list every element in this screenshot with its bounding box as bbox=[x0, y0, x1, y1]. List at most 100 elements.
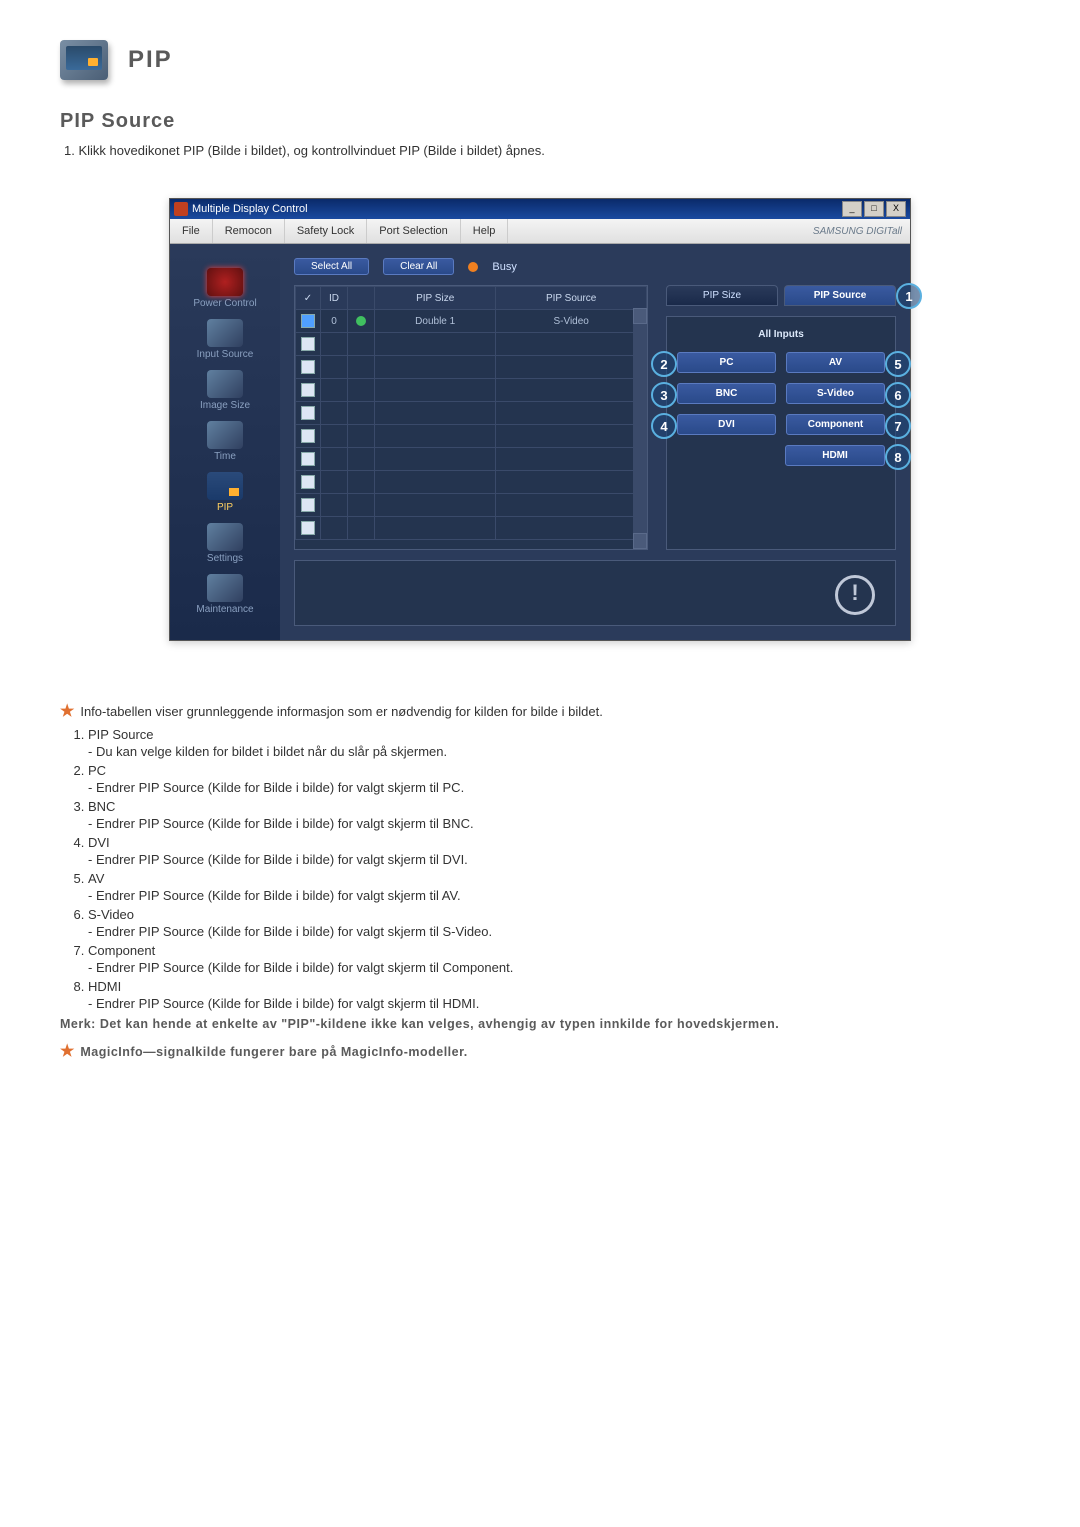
component-button[interactable]: Component bbox=[786, 414, 885, 435]
menu-help[interactable]: Help bbox=[461, 219, 509, 243]
row-checkbox[interactable] bbox=[301, 360, 315, 374]
row-id bbox=[321, 471, 348, 494]
hdmi-button[interactable]: HDMI bbox=[785, 445, 885, 466]
dvi-button[interactable]: DVI bbox=[677, 414, 776, 435]
row-checkbox[interactable] bbox=[301, 314, 315, 328]
app-window: Multiple Display Control _ □ X File Remo… bbox=[169, 198, 911, 641]
item-desc: - Endrer PIP Source (Kilde for Bilde i b… bbox=[88, 780, 1020, 795]
clear-all-button[interactable]: Clear All bbox=[383, 258, 454, 275]
callout-1: 1 bbox=[896, 283, 922, 309]
row-checkbox[interactable] bbox=[301, 429, 315, 443]
scroll-down-icon[interactable] bbox=[633, 533, 647, 549]
list-item: S-Video - Endrer PIP Source (Kilde for Bi… bbox=[88, 907, 1020, 939]
sidebar-item-label: Maintenance bbox=[196, 604, 253, 615]
callout-2: 2 bbox=[651, 351, 677, 377]
grid-header-id: ID bbox=[321, 287, 348, 310]
sidebar-item-time[interactable]: Time bbox=[180, 417, 270, 462]
sidebar-item-settings[interactable]: Settings bbox=[180, 519, 270, 564]
time-icon bbox=[207, 421, 243, 449]
page-title: PIP bbox=[128, 46, 173, 74]
callout-6: 6 bbox=[885, 382, 911, 408]
row-id bbox=[321, 494, 348, 517]
menu-file[interactable]: File bbox=[170, 219, 213, 243]
select-all-button[interactable]: Select All bbox=[294, 258, 369, 275]
av-button[interactable]: AV bbox=[786, 352, 885, 373]
scroll-up-icon[interactable] bbox=[633, 308, 647, 324]
row-checkbox[interactable] bbox=[301, 498, 315, 512]
row-pip-size bbox=[375, 448, 496, 471]
grid-header-status bbox=[348, 287, 375, 310]
row-pip-size: Double 1 bbox=[375, 310, 496, 333]
item-desc: - Endrer PIP Source (Kilde for Bilde i b… bbox=[88, 960, 1020, 975]
sidebar-item-pip[interactable]: PIP bbox=[180, 468, 270, 513]
table-row[interactable]: 0Double 1S-Video bbox=[296, 310, 647, 333]
table-row[interactable] bbox=[296, 425, 647, 448]
callout-7: 7 bbox=[885, 413, 911, 439]
item-title: PIP Source bbox=[88, 727, 154, 742]
menu-port-selection[interactable]: Port Selection bbox=[367, 219, 460, 243]
callout-5: 5 bbox=[885, 351, 911, 377]
row-checkbox[interactable] bbox=[301, 475, 315, 489]
row-pip-size bbox=[375, 425, 496, 448]
alert-icon: ! bbox=[835, 575, 875, 615]
list-item: PC - Endrer PIP Source (Kilde for Bilde i… bbox=[88, 763, 1020, 795]
table-row[interactable] bbox=[296, 471, 647, 494]
image-size-icon bbox=[207, 370, 243, 398]
pc-button[interactable]: PC bbox=[677, 352, 776, 373]
item-desc: - Endrer PIP Source (Kilde for Bilde i b… bbox=[88, 924, 1020, 939]
row-checkbox[interactable] bbox=[301, 452, 315, 466]
row-pip-source: S-Video bbox=[496, 310, 647, 333]
row-pip-size bbox=[375, 333, 496, 356]
item-title: S-Video bbox=[88, 907, 134, 922]
table-row[interactable] bbox=[296, 494, 647, 517]
row-checkbox[interactable] bbox=[301, 521, 315, 535]
sidebar-item-image-size[interactable]: Image Size bbox=[180, 366, 270, 411]
window-minimize-button[interactable]: _ bbox=[842, 201, 862, 217]
app-icon bbox=[174, 202, 188, 216]
list-item: AV- Endrer PIP Source (Kilde for Bilde i… bbox=[88, 871, 1020, 903]
sidebar-item-label: Image Size bbox=[200, 400, 250, 411]
tab-pip-source[interactable]: PIP Source bbox=[784, 285, 896, 306]
sidebar-item-maintenance[interactable]: Maintenance bbox=[180, 570, 270, 615]
table-row[interactable] bbox=[296, 517, 647, 540]
row-id bbox=[321, 402, 348, 425]
row-pip-size bbox=[375, 379, 496, 402]
bnc-button[interactable]: BNC bbox=[677, 383, 776, 404]
table-row[interactable] bbox=[296, 379, 647, 402]
sidebar-item-input-source[interactable]: Input Source bbox=[180, 315, 270, 360]
pip-sidebar-icon bbox=[207, 472, 243, 500]
table-row[interactable] bbox=[296, 402, 647, 425]
row-id bbox=[321, 425, 348, 448]
window-maximize-button[interactable]: □ bbox=[864, 201, 884, 217]
grid-scrollbar[interactable] bbox=[633, 308, 647, 549]
row-pip-source bbox=[496, 425, 647, 448]
sidebar-item-label: PIP bbox=[217, 502, 233, 513]
busy-label: Busy bbox=[492, 261, 516, 273]
all-inputs-panel: All Inputs PC AV 2 5 BNC S-Video 3 6 bbox=[666, 316, 896, 550]
tab-pip-size[interactable]: PIP Size bbox=[666, 285, 778, 306]
menu-remocon[interactable]: Remocon bbox=[213, 219, 285, 243]
sidebar-item-label: Settings bbox=[207, 553, 243, 564]
list-item: DVI- Endrer PIP Source (Kilde for Bilde … bbox=[88, 835, 1020, 867]
row-checkbox[interactable] bbox=[301, 406, 315, 420]
star-icon: ★ bbox=[60, 1043, 74, 1060]
svideo-button[interactable]: S-Video bbox=[786, 383, 885, 404]
row-checkbox[interactable] bbox=[301, 337, 315, 351]
sidebar-item-power-control[interactable]: Power Control bbox=[180, 264, 270, 309]
row-pip-source bbox=[496, 356, 647, 379]
row-checkbox[interactable] bbox=[301, 383, 315, 397]
table-row[interactable] bbox=[296, 356, 647, 379]
page-header: PIP bbox=[60, 40, 1020, 80]
table-row[interactable] bbox=[296, 333, 647, 356]
menu-safety-lock[interactable]: Safety Lock bbox=[285, 219, 367, 243]
callout-4: 4 bbox=[651, 413, 677, 439]
power-icon bbox=[207, 268, 243, 296]
table-row[interactable] bbox=[296, 448, 647, 471]
window-close-button[interactable]: X bbox=[886, 201, 906, 217]
item-title: PC bbox=[88, 763, 106, 778]
row-pip-source bbox=[496, 448, 647, 471]
sidebar-item-label: Time bbox=[214, 451, 236, 462]
note-text: Merk: Det kan hende at enkelte av "PIP"-… bbox=[60, 1017, 1020, 1031]
item-title: BNC bbox=[88, 799, 115, 814]
grid-header-check[interactable]: ✓ bbox=[296, 287, 321, 310]
